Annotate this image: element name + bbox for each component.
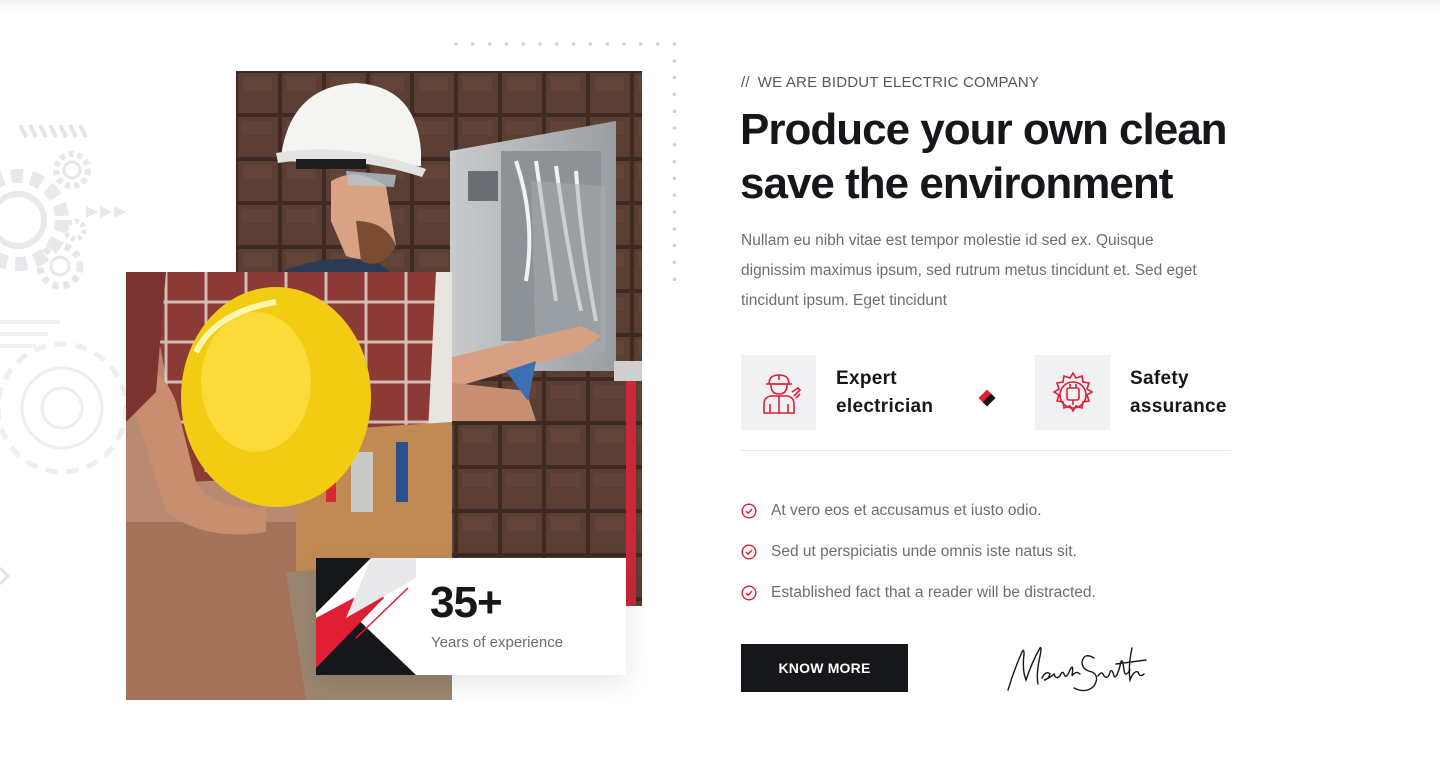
list-item-text: Established fact that a reader will be d…: [771, 583, 1096, 601]
gear-decoration-icon: [0, 124, 129, 586]
list-item-text: At vero eos et accusamus et iusto odio.: [771, 501, 1042, 519]
feature-expert-line-1: Expert: [836, 367, 897, 389]
signature-image: [1007, 646, 1147, 692]
section-eyebrow: // WE ARE BIDDUT ELECTRIC COMPANY: [741, 74, 1039, 91]
eyebrow-text: WE ARE BIDDUT ELECTRIC COMPANY: [757, 74, 1040, 91]
top-shade: [0, 0, 1440, 14]
feature-safety-line-2: assurance: [1130, 395, 1227, 417]
check-circle-icon: [741, 502, 757, 519]
features-divider: [741, 450, 1231, 451]
feature-checklist: At vero eos et accusamus et iusto odio. …: [741, 490, 1096, 613]
electrician-icon: [741, 355, 816, 430]
intro-paragraph: Nullam eu nibh vitae est tempor molestie…: [741, 232, 1197, 309]
separator-diamond: [978, 389, 996, 407]
experience-label: Years of experience: [431, 634, 564, 651]
feature-expert-electrician: Expert electrician: [741, 355, 956, 430]
headline-line-2: save the environment: [740, 159, 1173, 208]
experience-card: 35+ Years of experience: [316, 558, 626, 675]
list-item: At vero eos et accusamus et iusto odio.: [741, 490, 1096, 531]
list-item: Sed ut perspiciatis unde omnis iste natu…: [741, 531, 1096, 572]
experience-logo-icon: [316, 558, 416, 675]
know-more-button[interactable]: KNOW MORE: [741, 644, 908, 692]
check-circle-icon: [741, 584, 757, 601]
experience-number: 35+: [430, 578, 503, 627]
feature-safety-line-1: Safety: [1130, 367, 1189, 389]
list-item: Established fact that a reader will be d…: [741, 572, 1096, 613]
check-circle-icon: [741, 543, 757, 560]
feature-safety-assurance: Safety assurance: [1035, 355, 1250, 430]
list-item-text: Sed ut perspiciatis unde omnis iste natu…: [771, 542, 1077, 560]
headline-line-1: Produce your own clean: [740, 105, 1228, 154]
safety-gear-icon: [1035, 355, 1110, 430]
section-headline: Produce your own clean save the environm…: [740, 103, 1300, 211]
eyebrow-slashes: //: [741, 74, 750, 91]
feature-expert-line-2: electrician: [836, 395, 934, 417]
